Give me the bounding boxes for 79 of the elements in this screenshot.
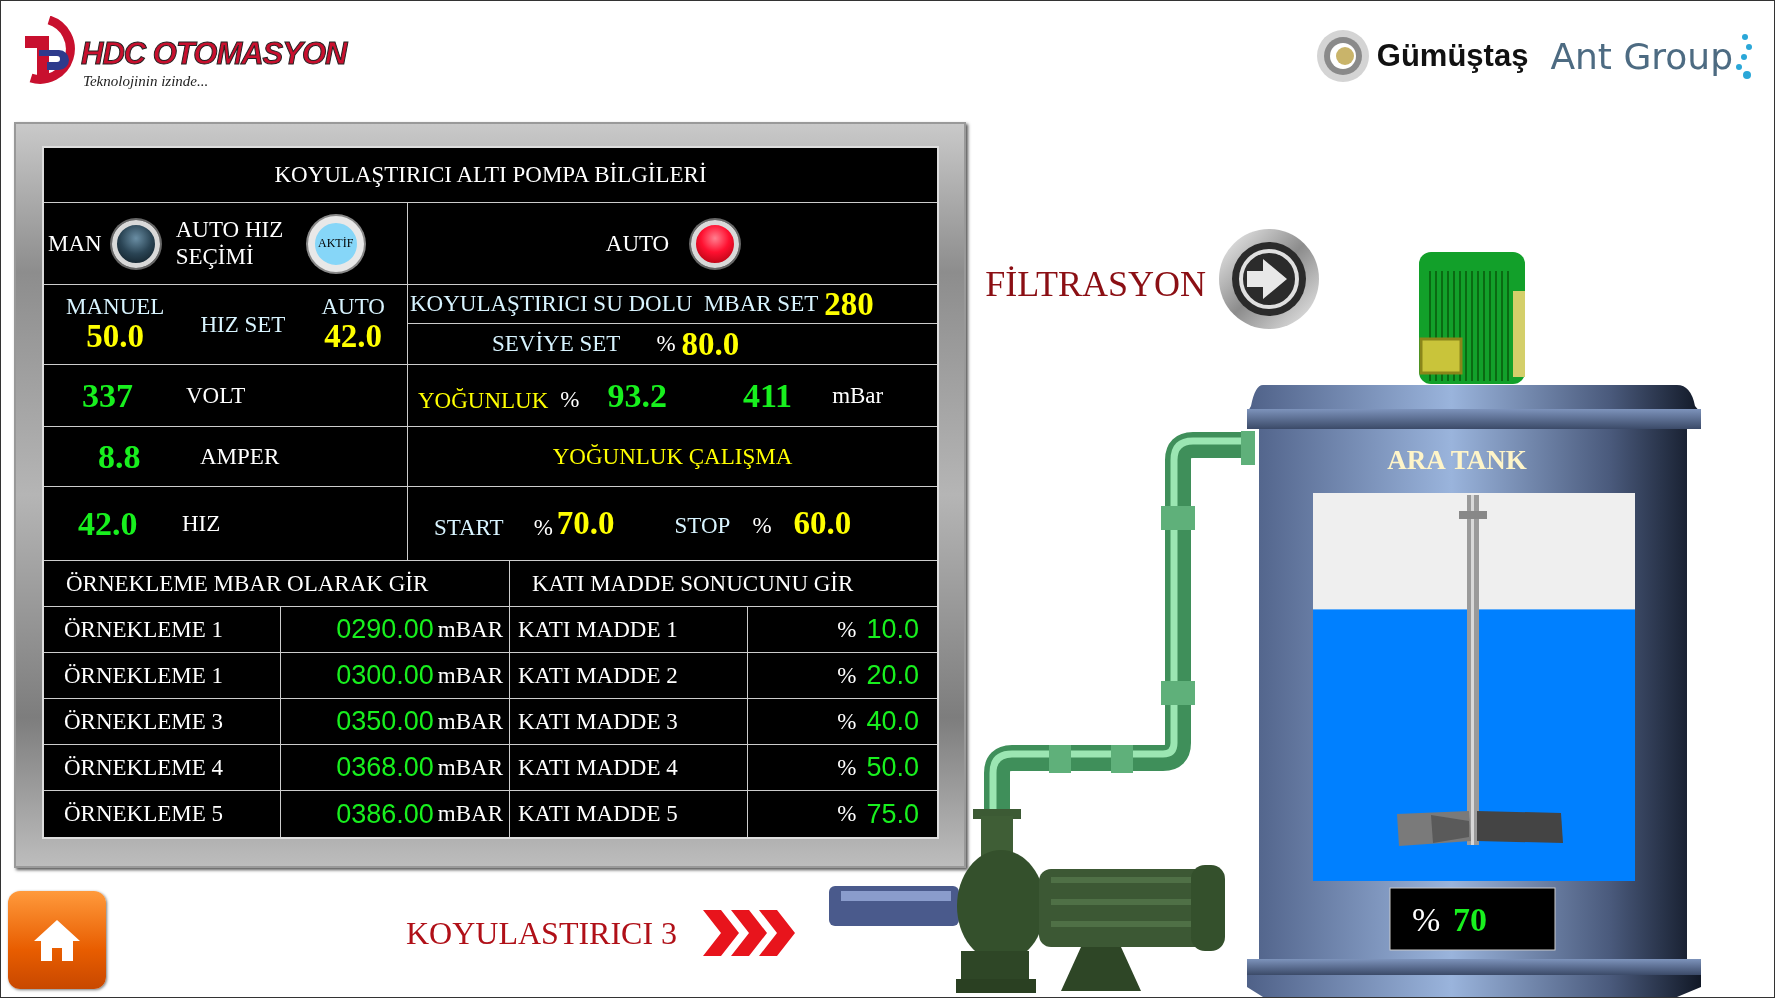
- unit-label: %: [560, 386, 580, 413]
- solid-label: KATI MADDE 1: [518, 616, 678, 643]
- sample-value: 0386.00: [336, 798, 434, 830]
- house-icon: [32, 917, 82, 963]
- field-label: AUTO: [321, 295, 385, 320]
- stop-value: 60.0: [793, 505, 852, 542]
- sample-value: 0290.00: [336, 614, 434, 645]
- sample-label: ÖRNEKLEME 4: [64, 754, 224, 781]
- section-title: ÖRNEKLEME MBAR OLARAK GİR: [66, 570, 429, 597]
- section-title: KATI MADDE SONUCUNU GİR: [532, 570, 854, 597]
- solid-percent-value: 10.0: [866, 614, 919, 645]
- solid-percent-value: 20.0: [866, 660, 919, 691]
- solid-percent-value: 75.0: [866, 798, 919, 830]
- solid-percent-value: 40.0: [866, 706, 919, 737]
- pressure-value: 411: [743, 376, 793, 415]
- company-tagline: Teknolojinin izinde...: [83, 73, 210, 90]
- unit-label: %: [837, 616, 857, 643]
- field-label: YOĞUNLUK: [418, 387, 549, 414]
- density-value: 93.2: [607, 376, 667, 415]
- mode-label: AUTO HIZ SEÇİMİ: [175, 217, 285, 270]
- reading-value: 337: [82, 376, 134, 415]
- sample-label: ÖRNEKLEME 5: [64, 801, 224, 827]
- field-label: MANUEL: [66, 295, 165, 320]
- setpoint-value: 280: [824, 285, 874, 323]
- section-title: YOĞUNLUK ÇALIŞMA: [552, 443, 793, 470]
- unit-label: %: [533, 514, 553, 541]
- unit-label: mBAR: [437, 754, 503, 781]
- ring-logo-icon: [1314, 28, 1371, 84]
- unit-label: mBAR: [437, 801, 503, 827]
- unit-label: %: [837, 708, 857, 735]
- tank-level-value: 70: [1453, 901, 1487, 938]
- sample-value: 0300.00: [336, 660, 434, 691]
- pump-label: KOYULASTIRICI 3: [406, 914, 678, 952]
- sample-value: 0368.00: [336, 752, 434, 783]
- unit-label: %: [752, 512, 772, 539]
- solid-label: KATI MADDE 4: [518, 754, 678, 781]
- unit-label: %: [1412, 901, 1441, 938]
- start-value: 70.0: [556, 505, 615, 542]
- sample-label: ÖRNEKLEME 1: [64, 616, 224, 643]
- solid-label: KATI MADDE 5: [518, 801, 678, 827]
- solid-percent-value: 50.0: [866, 752, 919, 783]
- reading-label: HIZ: [182, 510, 221, 537]
- company-logo-text: HDC OTOMASYON: [81, 38, 347, 69]
- unit-label: %: [837, 754, 857, 781]
- filtration-label: FİLTRASYON: [985, 264, 1206, 304]
- panel-title: KOYULAŞTIRICI ALTI POMPA BİLGİLERİ: [274, 162, 707, 188]
- filtration-button[interactable]: [1219, 229, 1319, 329]
- unit-label: mBAR: [437, 708, 503, 735]
- reading-value: 42.0: [78, 504, 139, 543]
- sample-label: ÖRNEKLEME 1: [64, 662, 224, 689]
- field-label: SEVİYE SET: [492, 331, 621, 357]
- field-label: STOP: [674, 512, 731, 539]
- setpoint-value: 80.0: [681, 325, 740, 363]
- sample-value: 0350.00: [336, 706, 434, 737]
- field-label: KOYULAŞTIRICI SU DOLU MBAR SET: [410, 291, 819, 317]
- field-label: START: [434, 514, 504, 541]
- mode-label: MAN: [48, 230, 102, 257]
- tank-title: ARA TANK: [1387, 445, 1527, 475]
- unit-label: mBAR: [437, 662, 503, 689]
- speed-value: 42.0: [324, 319, 383, 354]
- home-button[interactable]: [8, 891, 106, 989]
- speed-value: 50.0: [86, 319, 145, 354]
- droplets-icon: [1735, 33, 1752, 79]
- unit-label: %: [656, 331, 676, 357]
- solid-label: KATI MADDE 2: [518, 662, 678, 689]
- aktif-button[interactable]: AKTİF: [307, 215, 364, 272]
- sample-label: ÖRNEKLEME 3: [64, 708, 224, 735]
- field-label: HIZ SET: [200, 311, 286, 338]
- mode-label: AUTO: [605, 230, 670, 257]
- unit-label: %: [837, 801, 857, 827]
- unit-label: %: [837, 662, 857, 689]
- partner-logo-text: Ant Group: [1550, 35, 1733, 77]
- unit-label: mBAR: [437, 616, 503, 643]
- unit-label: mBar: [832, 382, 884, 409]
- partner-logo-text: Gümüştaş: [1376, 38, 1529, 74]
- solid-label: KATI MADDE 3: [518, 708, 678, 735]
- reading-label: AMPER: [200, 443, 280, 470]
- reading-label: VOLT: [186, 382, 246, 409]
- reading-value: 8.8: [98, 437, 142, 476]
